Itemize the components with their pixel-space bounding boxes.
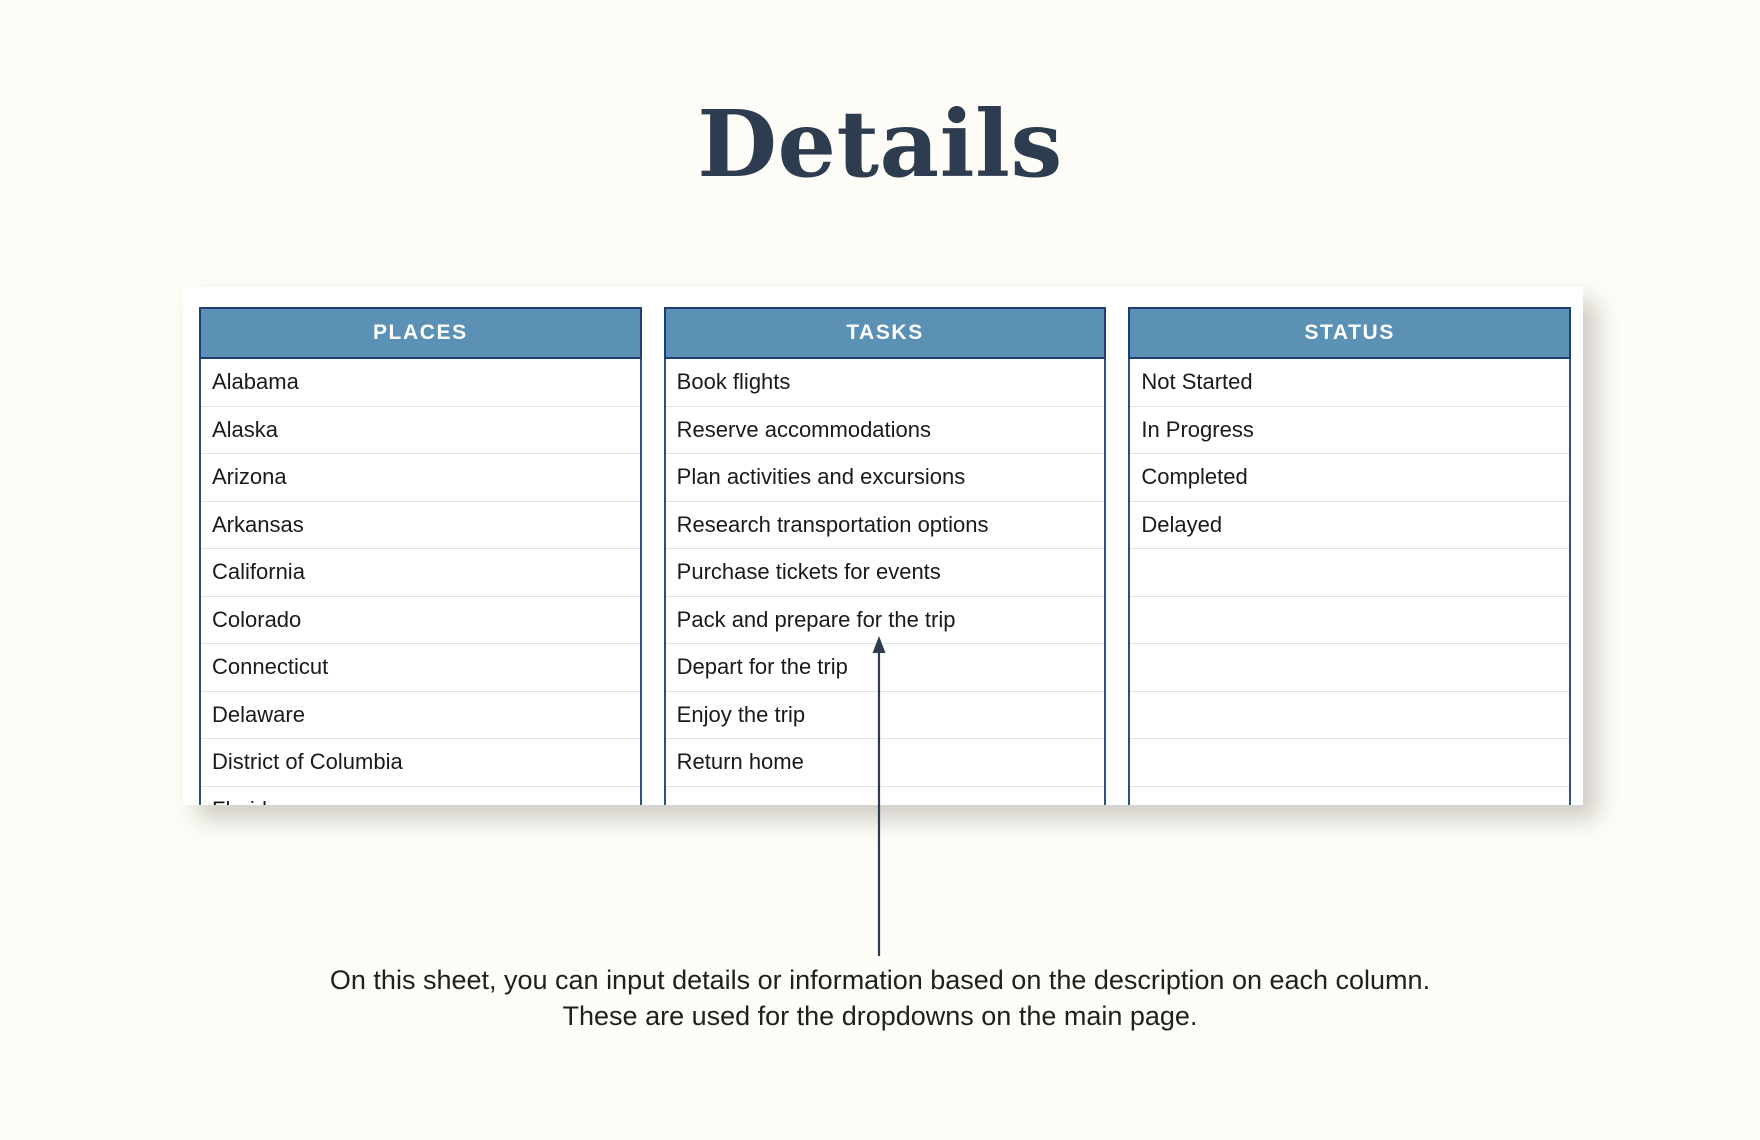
sheet-card: PLACES Alabama Alaska Arizona Arkansas C… (183, 287, 1583, 805)
column-body-places: Alabama Alaska Arizona Arkansas Californ… (199, 359, 642, 805)
table-cell[interactable]: Florida (201, 787, 640, 805)
table-cell[interactable]: Research transportation options (665, 502, 1105, 549)
column-body-status: Not Started In Progress Completed Delaye… (1128, 359, 1572, 806)
table-cell[interactable] (1130, 644, 1570, 692)
table-cell[interactable]: Arkansas (201, 502, 640, 549)
annotation-caption: On this sheet, you can input details or … (0, 962, 1760, 1034)
columns-container: PLACES Alabama Alaska Arizona Arkansas C… (199, 307, 1572, 806)
table-cell[interactable]: Not Started (1130, 359, 1570, 407)
column-header-tasks: TASKS (663, 307, 1107, 359)
table-cell[interactable] (1130, 787, 1569, 806)
table-cell[interactable]: Reserve accommodations (665, 407, 1105, 454)
table-cell[interactable]: Arizona (201, 454, 640, 502)
table-cell[interactable]: Alaska (201, 407, 640, 454)
column-header-status: STATUS (1128, 307, 1572, 359)
table-cell[interactable]: Book flights (665, 359, 1105, 407)
table-cell[interactable]: District of Columbia (201, 739, 640, 787)
table-cell[interactable]: Enjoy the trip (665, 692, 1105, 739)
caption-line-1: On this sheet, you can input details or … (329, 965, 1431, 995)
table-cell[interactable] (1130, 549, 1570, 597)
table-cell[interactable]: Plan activities and excursions (665, 454, 1105, 502)
table-cell[interactable]: Completed (1130, 454, 1570, 502)
column-body-tasks: Book flights Reserve accommodations Plan… (663, 359, 1107, 806)
table-cell[interactable]: California (201, 549, 640, 597)
column-header-places: PLACES (199, 307, 642, 359)
page-title: Details (697, 90, 1063, 198)
column-places: PLACES Alabama Alaska Arizona Arkansas C… (199, 307, 642, 805)
table-cell[interactable]: Connecticut (201, 644, 640, 692)
table-cell[interactable]: Delaware (201, 692, 640, 739)
table-cell[interactable]: Depart for the trip (665, 644, 1105, 692)
column-tasks: TASKS Book flights Reserve accommodation… (663, 307, 1107, 806)
details-sheet-page: Details PLACES Alabama Alaska Arizona Ar… (0, 0, 1760, 1140)
table-cell[interactable]: In Progress (1130, 407, 1570, 454)
column-status: STATUS Not Started In Progress Completed… (1128, 307, 1572, 806)
table-cell[interactable] (1130, 692, 1570, 739)
table-cell[interactable]: Delayed (1130, 502, 1570, 549)
table-cell[interactable] (1130, 739, 1570, 787)
table-cell[interactable] (1130, 597, 1570, 644)
table-cell[interactable]: Pack and prepare for the trip (665, 597, 1105, 644)
caption-line-2: These are used for the dropdowns on the … (562, 1001, 1198, 1032)
table-cell[interactable] (666, 787, 1105, 806)
table-cell[interactable]: Alabama (201, 359, 640, 407)
table-cell[interactable]: Purchase tickets for events (665, 549, 1105, 597)
table-cell[interactable]: Return home (665, 739, 1105, 787)
table-cell[interactable]: Colorado (201, 597, 640, 644)
